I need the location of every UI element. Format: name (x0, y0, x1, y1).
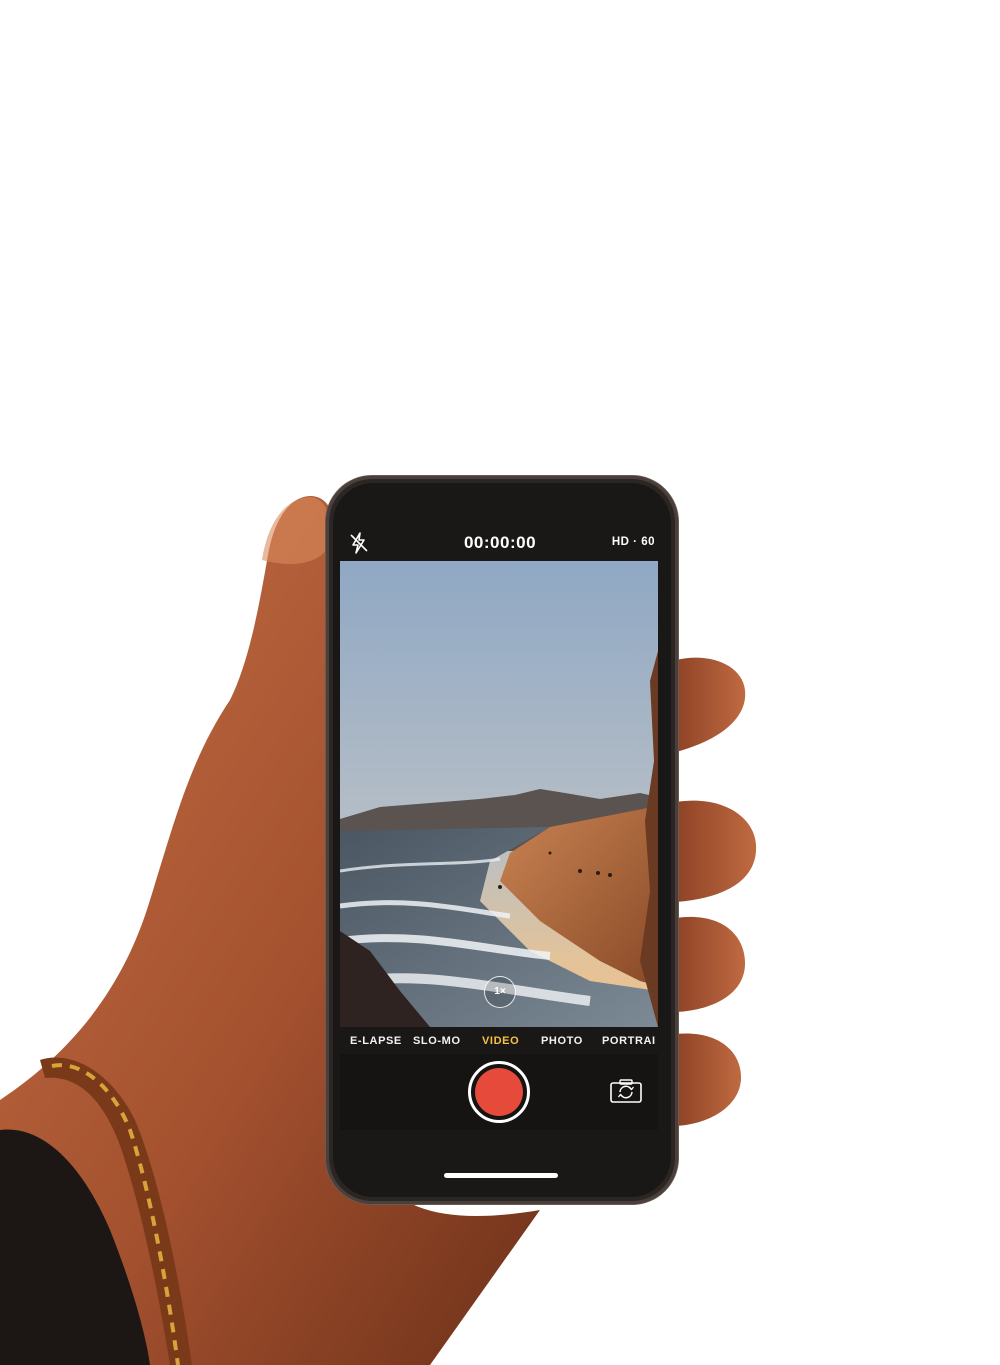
mode-timelapse[interactable]: E-LAPSE (350, 1035, 402, 1047)
mode-portrait[interactable]: PORTRAI (602, 1035, 656, 1047)
recording-timer: 00:00:00 (463, 533, 537, 552)
mode-photo[interactable]: PHOTO (541, 1035, 583, 1047)
record-button[interactable] (468, 1061, 530, 1123)
camera-mode-selector: E-LAPSE SLO-MO VIDEO PHOTO PORTRAI (340, 1030, 658, 1054)
record-button-core (475, 1068, 523, 1116)
flash-off-icon[interactable] (346, 530, 372, 556)
camera-viewfinder[interactable] (340, 561, 658, 1027)
home-indicator[interactable] (444, 1173, 558, 1178)
camera-flip-icon[interactable] (609, 1078, 643, 1104)
mode-slo-mo[interactable]: SLO-MO (413, 1035, 461, 1047)
mode-video[interactable]: VIDEO (482, 1035, 519, 1047)
zoom-button[interactable]: 1× (484, 976, 516, 1008)
video-format-toggle[interactable]: HD · 60 (595, 536, 655, 548)
